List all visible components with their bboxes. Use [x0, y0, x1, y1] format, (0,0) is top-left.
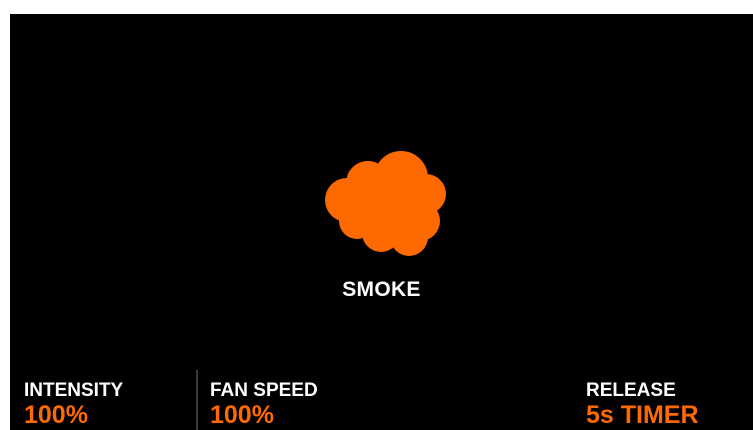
release-value: 5s TIMER — [586, 401, 699, 429]
stat-divider — [196, 370, 198, 430]
release-label: RELEASE — [586, 380, 676, 401]
fan-speed-label: FAN SPEED — [210, 380, 318, 401]
intensity-value: 100% — [24, 401, 88, 429]
smoke-cloud-icon — [325, 151, 446, 256]
intensity-stat: INTENSITY 100% — [24, 380, 123, 428]
display-screen: SMOKE INTENSITY 100% FAN SPEED 100% RELE… — [10, 14, 753, 430]
release-stat: RELEASE 5s TIMER — [586, 380, 699, 428]
fan-speed-stat: FAN SPEED 100% — [210, 380, 318, 428]
mode-label: SMOKE — [342, 278, 421, 301]
fan-speed-value: 100% — [210, 401, 274, 429]
intensity-label: INTENSITY — [24, 380, 124, 401]
